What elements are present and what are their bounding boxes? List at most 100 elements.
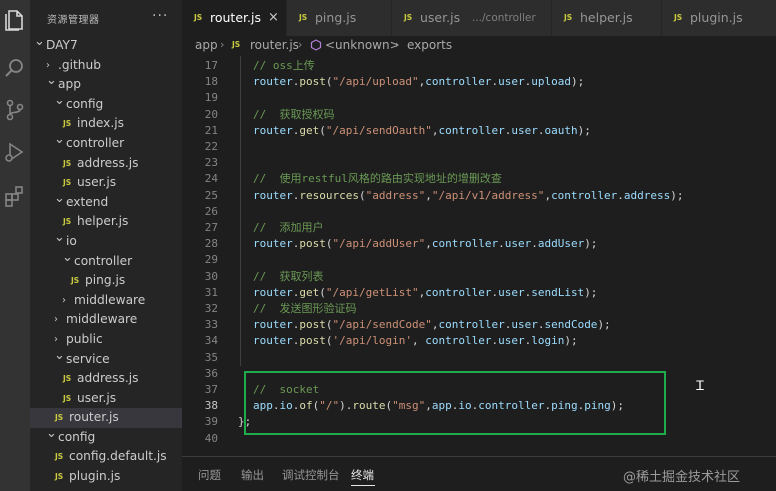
tab-debug-console[interactable]: 调试控制台 [282,467,340,483]
line-number: 32 [204,302,218,315]
code-line[interactable]: app.io.of("/").route("msg",app.io.contro… [253,398,624,414]
activity-bar [0,0,30,491]
js-file-icon: JS [55,472,64,482]
tab-plugin[interactable]: JS plugin.js [662,0,776,36]
file-item[interactable]: JS user.js [30,173,182,193]
tab-problems[interactable]: 问题 [198,467,221,483]
code-line[interactable]: router.post("/api/sendCode",controller.u… [253,317,611,333]
folder-item[interactable]: ⌄ io [30,230,182,252]
line-number: 33 [204,318,218,332]
search-icon[interactable] [3,56,27,80]
code-token: user [498,334,525,348]
code-token: user [504,237,532,251]
js-file-icon: JS [194,13,203,22]
code-line[interactable]: router.get("/api/getList",controller.use… [253,285,597,301]
breadcrumb-exports[interactable]: exports [407,36,452,54]
file-item[interactable]: JS plugin.js [30,467,182,487]
code-token: ( [325,75,333,89]
watermark: @稀土掘金技术社区 [623,470,741,485]
file-item[interactable]: JS address.js [30,154,182,174]
code-token: // 获取列表 [253,269,324,283]
file-item[interactable]: JS helper.js [30,212,182,232]
folder-item[interactable]: ⌄ DAY7 [30,34,182,56]
line-number: 37 [204,383,218,396]
file-item[interactable]: JS user.js [30,389,182,409]
breadcrumb-symbol[interactable]: <unknown> [325,36,400,54]
close-icon[interactable]: × [268,0,279,36]
chevron-down-icon: ⌄ [62,249,73,265]
code-line[interactable]: // 获取列表 [253,269,324,285]
code-token: , [425,188,432,202]
code-line[interactable]: // 发送图形验证码 [253,301,357,317]
code-token: router [253,285,293,299]
code-token: ); [610,399,624,413]
code-line[interactable]: router.post('/api/login', controller.use… [253,333,578,349]
folder-item[interactable]: ⌄ service [30,348,182,370]
breadcrumb-file[interactable]: router.js [250,36,299,54]
folder-item[interactable]: ⌄ extend [30,191,182,213]
folder-label: middleware [74,292,146,307]
folder-item[interactable]: ⌄ config [30,93,182,115]
tab-label: router.js [210,10,261,25]
code-editor[interactable]: Ꮖ 17// oss上传 18 router.post("/api/upload",… [182,56,776,456]
chevron-right-icon: › [54,314,58,326]
more-actions-icon[interactable]: ··· [152,8,168,24]
folder-label: controller [66,135,125,150]
code-line[interactable]: }; [238,414,251,430]
file-label: helper.js [77,214,129,229]
tab-router[interactable]: JS router.js × [182,0,286,36]
folder-item[interactable]: ⌄ app [30,73,182,95]
explorer-header: 资源管理器 ··· [30,0,182,36]
js-file-icon: JS [299,13,308,22]
folder-item[interactable]: ⌄ config [30,426,182,448]
code-token: user [511,318,538,332]
run-debug-icon[interactable] [3,140,27,164]
tab-user[interactable]: JS user.js .../controller [392,0,551,36]
code-line[interactable]: router. post("/api/addUser",controller.us… [253,236,597,252]
folder-item[interactable]: › middleware [30,310,182,330]
files-icon[interactable] [3,8,27,32]
code-token: "/api/sendCode" [332,318,432,332]
extensions-icon[interactable] [3,184,27,208]
explorer-title: 资源管理器 [47,15,100,26]
folder-label: extend [66,194,109,209]
folder-item[interactable]: › public [30,330,182,350]
code-line[interactable]: // oss上传 [253,58,315,74]
file-item[interactable]: JS index.js [30,114,182,134]
file-item[interactable]: JS config.default.js [30,447,182,467]
code-line[interactable]: // socket [253,382,319,398]
code-line[interactable]: router. resources("address","/api/v1/addr… [253,188,684,204]
line-number: 35 [204,350,218,364]
code-token: , [425,399,432,413]
code-token: ); [577,123,591,137]
code-line[interactable]: // 使用restful风格的路由实现地址的增删改查 [253,171,502,187]
line-number: 23 [204,156,218,170]
breadcrumb-app[interactable]: app [195,36,218,54]
code-line[interactable]: router.post("/api/upload",controller.use… [253,74,584,90]
code-token: ping [584,399,611,413]
tab-output[interactable]: 输出 [241,467,264,483]
chevron-right-icon: › [395,38,400,51]
folder-item[interactable]: ⌄ controller [30,132,182,154]
code-token: post [299,318,326,332]
folder-label: config [66,96,104,111]
chevron-down-icon: ⌄ [34,34,45,49]
folder-label: controller [74,253,133,268]
code-line[interactable]: // 添加用户 [253,220,324,236]
file-item[interactable]: JS ping.js [30,271,182,291]
tab-helper[interactable]: JS helper.js [552,0,661,36]
line-number: 20 [204,107,218,121]
tab-ping[interactable]: JS ping.js [287,0,391,36]
folder-item[interactable]: ⌄ controller [30,250,182,272]
code-token: ); [670,188,684,202]
code-token: controller [478,399,545,413]
source-control-icon[interactable] [3,98,27,122]
folder-item[interactable]: › middleware [30,291,182,311]
tab-terminal[interactable]: 终端 [351,467,374,483]
tab-label: user.js [420,10,461,25]
js-file-icon: JS [564,13,573,22]
file-item[interactable]: JS address.js [30,369,182,389]
code-token: ( [319,123,326,137]
code-line[interactable]: // 获取授权码 [253,107,335,123]
code-line[interactable]: router.get("/api/sendOauth",controller.u… [253,123,591,139]
